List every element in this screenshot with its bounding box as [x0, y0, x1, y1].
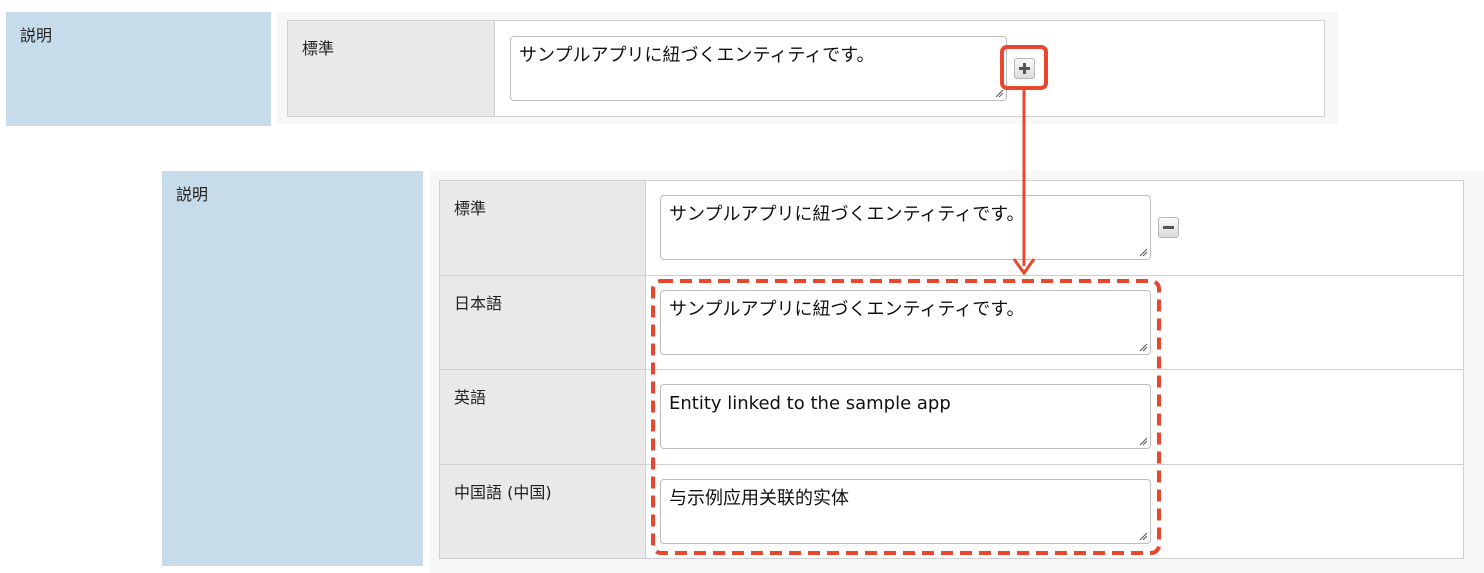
- plus-icon: [1019, 63, 1030, 74]
- top-locale-table: 標準 サンプルアプリに紐づくエンティティです。: [287, 20, 1325, 117]
- value-cell-standard: サンプルアプリに紐づくエンティティです。: [645, 180, 1464, 276]
- bottom-field-label-text: 説明: [176, 185, 209, 204]
- lang-cell-japanese: 日本語: [439, 275, 646, 370]
- textarea-value: サンプルアプリに紐づくエンティティです。: [669, 204, 1025, 225]
- textarea-value: Entity linked to the sample app: [669, 393, 951, 414]
- lang-label: 日本語: [454, 294, 503, 313]
- lang-label: 中国語 (中国): [454, 483, 552, 502]
- lang-label: 英語: [454, 388, 487, 407]
- bottom-locale-table: 標準 サンプルアプリに紐づくエンティティです。 日本語 サンプルアプリに紐づくエ…: [439, 180, 1464, 559]
- resize-grip-icon[interactable]: [1138, 531, 1148, 541]
- bottom-field-label: 説明: [162, 171, 423, 566]
- lang-label: 標準: [454, 199, 487, 218]
- value-cell-english: Entity linked to the sample app: [645, 369, 1464, 465]
- description-textarea-standard[interactable]: サンプルアプリに紐づくエンティティです。: [660, 195, 1151, 260]
- description-textarea-english[interactable]: Entity linked to the sample app: [660, 384, 1151, 449]
- table-row: 日本語 サンプルアプリに紐づくエンティティです。: [439, 275, 1464, 370]
- description-textarea-chinese[interactable]: 与示例应用关联的实体: [660, 479, 1151, 544]
- value-cell-japanese: サンプルアプリに紐づくエンティティです。: [645, 275, 1464, 370]
- add-language-button[interactable]: [1014, 58, 1035, 79]
- value-cell-chinese: 与示例应用关联的实体: [645, 464, 1464, 559]
- lang-cell-standard: 標準: [439, 180, 646, 276]
- top-field-label-text: 説明: [20, 26, 53, 45]
- lang-cell-english: 英語: [439, 369, 646, 465]
- table-row: 英語 Entity linked to the sample app: [439, 369, 1464, 465]
- textarea-value: サンプルアプリに紐づくエンティティです。: [669, 299, 1025, 320]
- textarea-value: 与示例应用关联的实体: [669, 488, 849, 509]
- resize-grip-icon[interactable]: [1138, 342, 1148, 352]
- resize-grip-icon[interactable]: [1138, 436, 1148, 446]
- minus-icon: [1163, 226, 1174, 229]
- resize-grip-icon[interactable]: [1138, 247, 1148, 257]
- lang-cell-standard: 標準: [287, 20, 495, 117]
- lang-label: 標準: [302, 39, 335, 58]
- value-cell-standard: サンプルアプリに紐づくエンティティです。: [494, 20, 1325, 117]
- textarea-value: サンプルアプリに紐づくエンティティです。: [519, 45, 875, 66]
- table-row: 中国語 (中国) 与示例应用关联的实体: [439, 464, 1464, 559]
- description-textarea-standard[interactable]: サンプルアプリに紐づくエンティティです。: [510, 36, 1007, 101]
- table-row: 標準 サンプルアプリに紐づくエンティティです。: [287, 20, 1325, 117]
- top-field-label: 説明: [6, 12, 271, 126]
- description-textarea-japanese[interactable]: サンプルアプリに紐づくエンティティです。: [660, 290, 1151, 355]
- table-row: 標準 サンプルアプリに紐づくエンティティです。: [439, 180, 1464, 276]
- resize-grip-icon[interactable]: [994, 88, 1004, 98]
- remove-language-button[interactable]: [1158, 217, 1179, 238]
- lang-cell-chinese: 中国語 (中国): [439, 464, 646, 559]
